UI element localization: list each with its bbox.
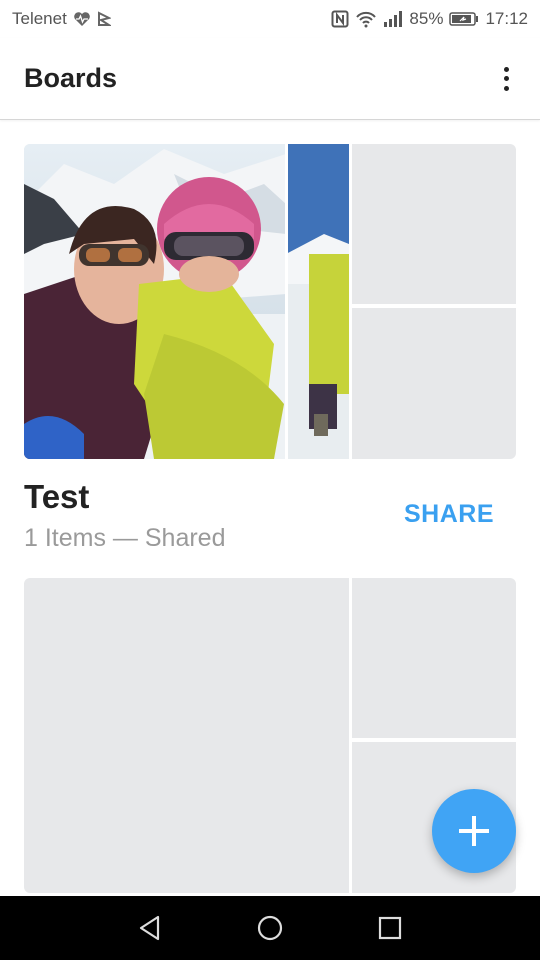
menu-dot: [503, 76, 509, 81]
signal-icon: [383, 11, 403, 27]
flag-icon: [97, 11, 111, 27]
status-bar: Telenet 85% 17:12: [0, 0, 540, 38]
heart-pulse-icon: [73, 11, 91, 27]
more-vert-icon[interactable]: [496, 63, 516, 95]
board-cover-tile: [352, 578, 516, 738]
screen: Telenet 85% 17:12 Boards Test 1 Items — …: [0, 0, 540, 960]
menu-dot: [503, 85, 509, 91]
status-left: Telenet: [12, 9, 111, 29]
navigation-bar: [0, 896, 540, 960]
back-icon[interactable]: [130, 908, 170, 948]
menu-dot: [503, 66, 509, 72]
board-cover-photo: [24, 144, 349, 459]
page-title: Boards: [24, 63, 118, 93]
app-bar: Boards: [0, 38, 540, 120]
board-meta: 1 Items — Shared: [24, 524, 226, 552]
wifi-icon: [355, 10, 377, 28]
carrier-label: Telenet: [12, 9, 67, 28]
add-board-button[interactable]: [432, 789, 516, 873]
share-button[interactable]: SHARE: [404, 500, 494, 529]
plus-icon: [459, 816, 489, 846]
battery-percent: 85%: [409, 9, 444, 28]
nfc-icon: [331, 10, 349, 28]
board-cover-tile: [24, 578, 349, 893]
status-right: 85% 17:12: [331, 9, 528, 29]
clock: 17:12: [485, 9, 528, 28]
board-cover-tile: [352, 144, 516, 304]
board-cover-tile: [352, 308, 516, 459]
recents-icon[interactable]: [370, 908, 410, 948]
board-cover-grid[interactable]: [24, 144, 516, 459]
battery-icon: [449, 11, 479, 27]
ski-photo-illustration: [24, 144, 349, 459]
board-card[interactable]: Test 1 Items — Shared SHARE: [24, 144, 516, 564]
home-icon[interactable]: [250, 908, 290, 948]
board-name: Test: [24, 478, 90, 515]
